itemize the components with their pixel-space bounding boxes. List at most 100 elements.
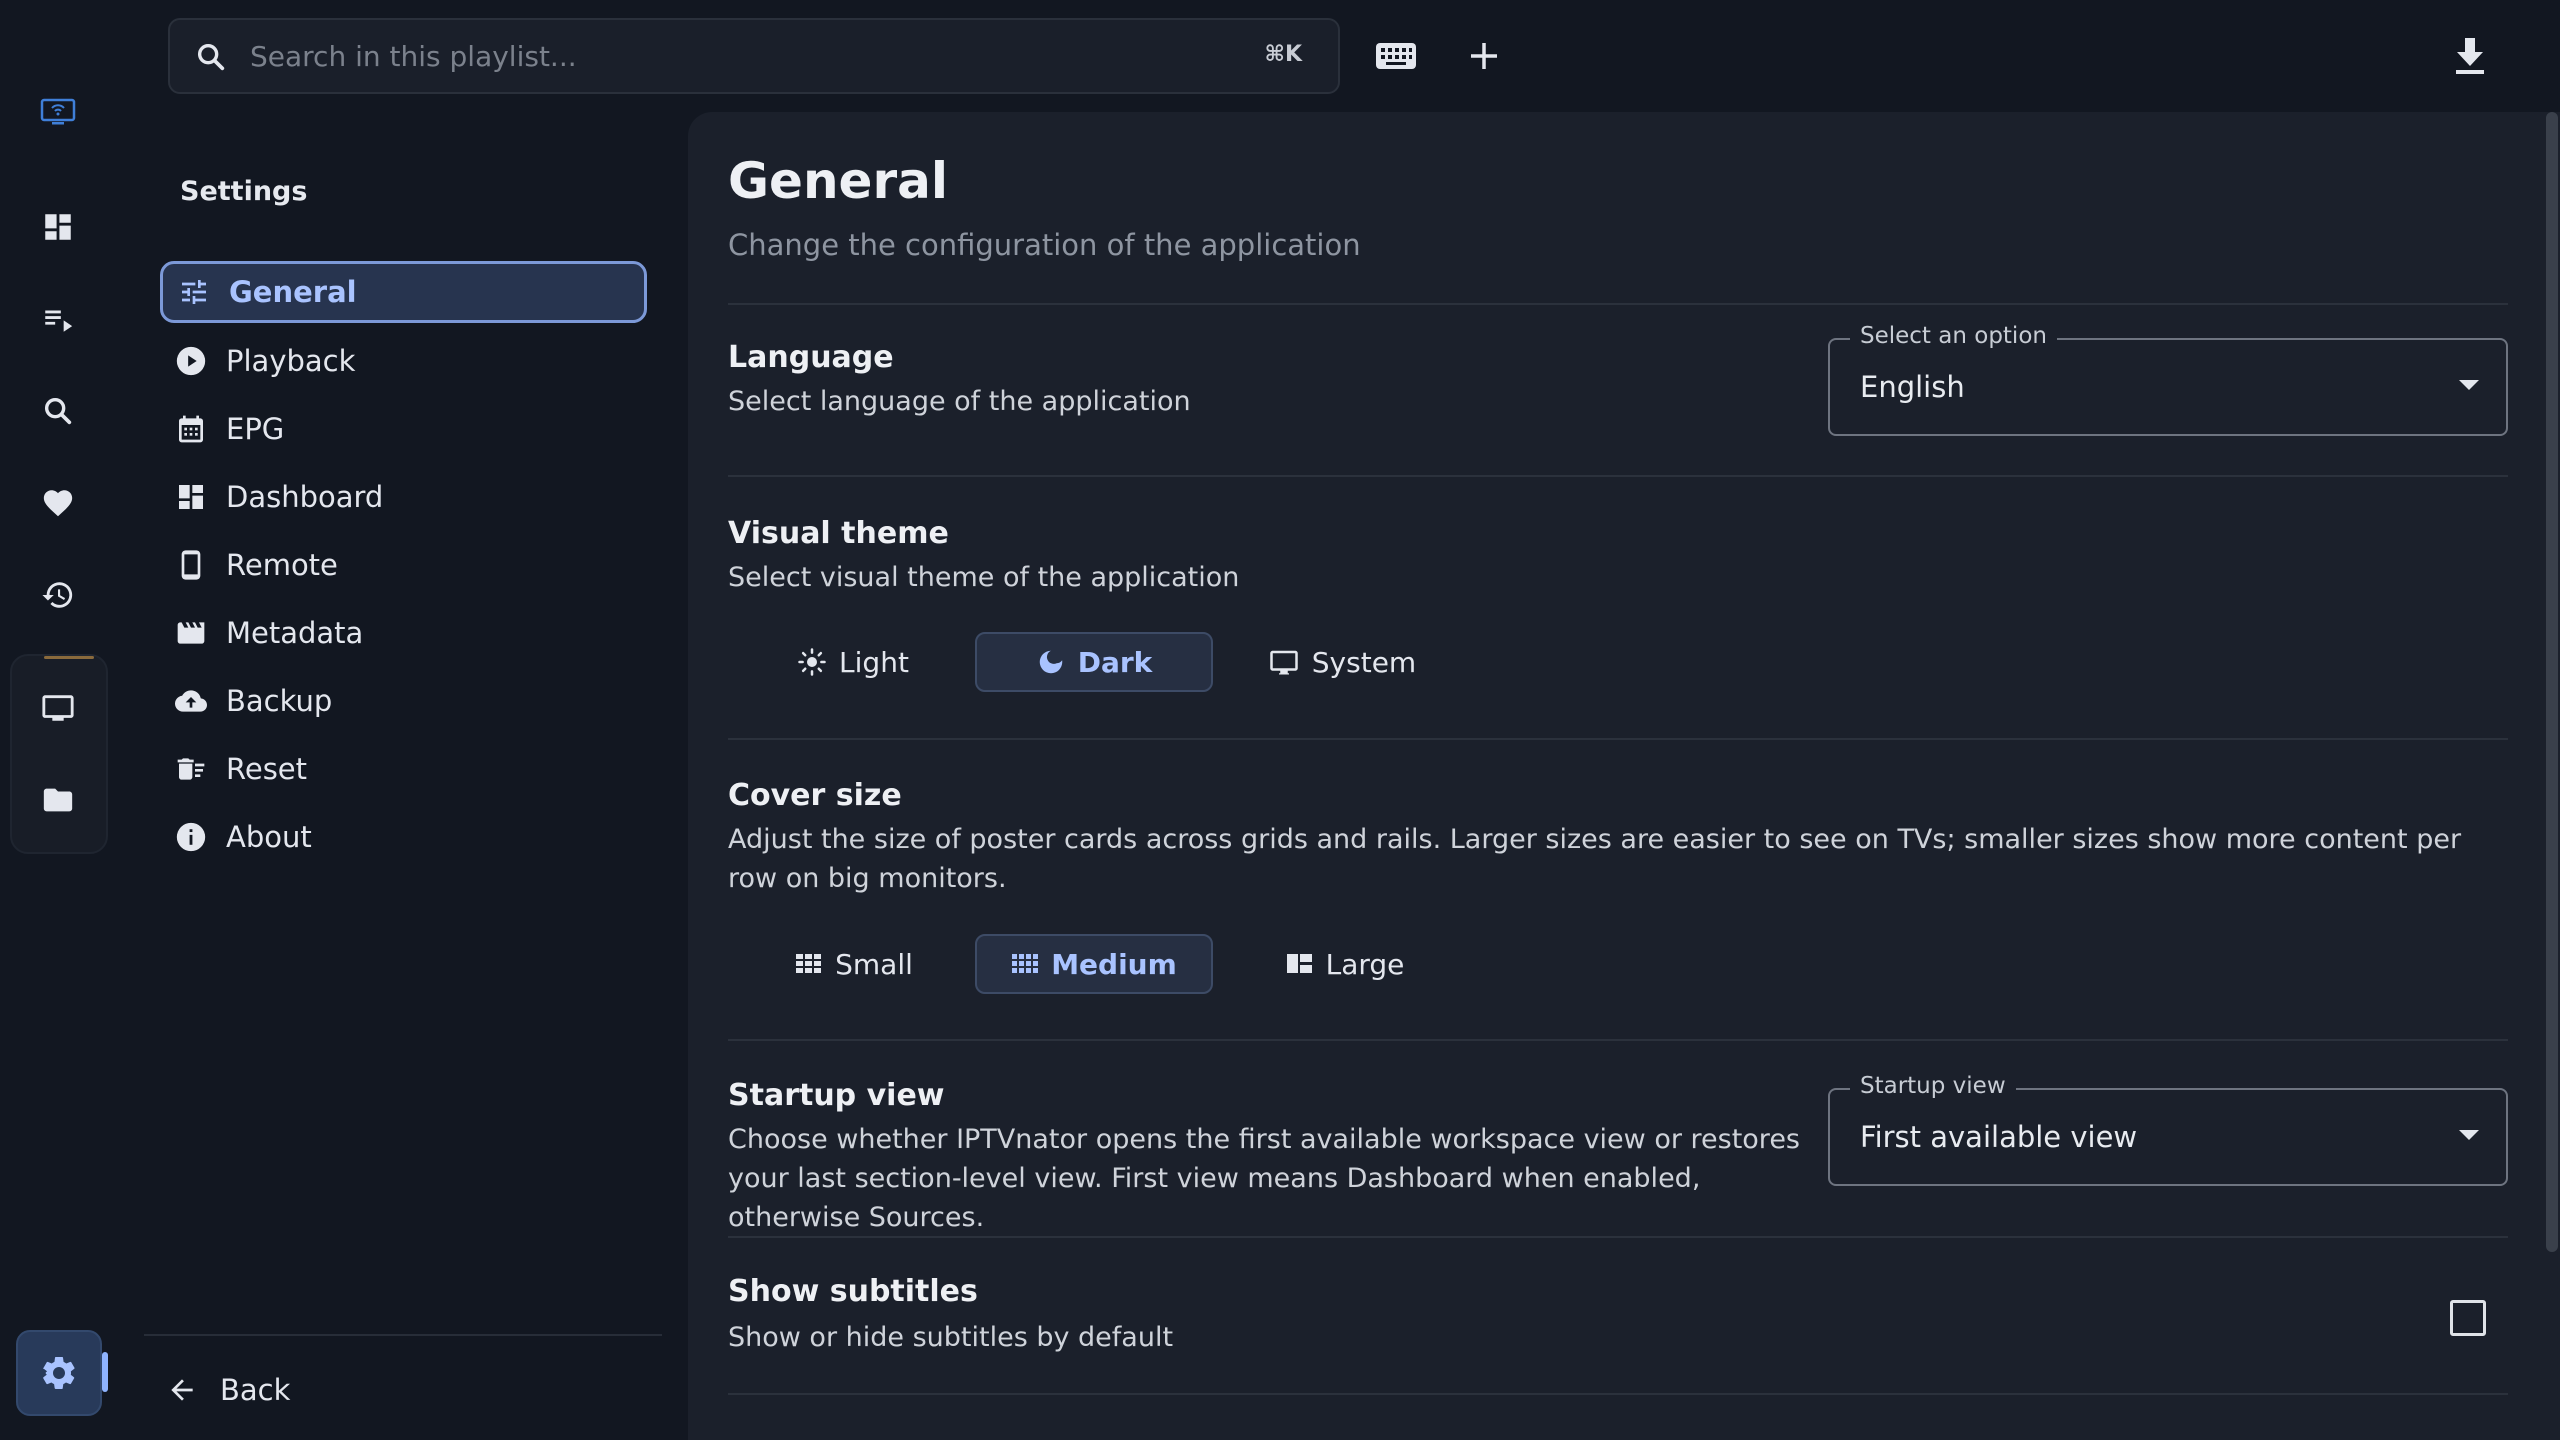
grid-small-icon — [795, 952, 823, 976]
visual-theme-title: Visual theme — [728, 516, 949, 551]
theme-light-label: Light — [839, 645, 909, 679]
back-label: Back — [220, 1373, 291, 1407]
sun-icon — [797, 647, 827, 677]
startup-view-select-value: First available view — [1860, 1120, 2138, 1154]
settings-nav-remote[interactable]: Remote — [160, 534, 647, 596]
page-subtitle: Change the configuration of the applicat… — [728, 228, 1361, 262]
dashboard-icon — [170, 476, 212, 518]
language-select[interactable]: Select an option English — [1828, 323, 2508, 436]
rail-playlists-button[interactable] — [26, 287, 90, 351]
rail-tv-button[interactable] — [26, 676, 90, 740]
rail-search-button[interactable] — [26, 379, 90, 443]
delete-sweep-icon — [170, 748, 212, 790]
language-select-value: English — [1860, 370, 1965, 404]
tv-logo-icon — [40, 97, 76, 127]
plus-icon — [1467, 39, 1501, 73]
tune-icon — [173, 271, 215, 313]
nav-label: About — [226, 820, 312, 854]
nav-label: EPG — [226, 412, 285, 446]
add-playlist-button[interactable] — [1456, 28, 1512, 84]
calendar-icon — [170, 408, 212, 450]
startup-view-title: Startup view — [728, 1078, 945, 1113]
info-icon — [170, 816, 212, 858]
startup-view-description: Choose whether IPTVnator opens the first… — [728, 1124, 1800, 1233]
dropdown-arrow-icon — [2458, 378, 2480, 392]
rail-group-indicator — [44, 656, 94, 659]
show-subtitles-title: Show subtitles — [728, 1274, 978, 1309]
nav-label: General — [229, 275, 357, 309]
visual-theme-description: Select visual theme of the application — [728, 562, 1240, 593]
theme-dark-button[interactable]: Dark — [975, 632, 1213, 692]
dashboard-icon — [41, 210, 75, 244]
settings-nav-reset[interactable]: Reset — [160, 738, 647, 800]
search-shortcut-hint: ⌘K — [1264, 42, 1302, 67]
rail-history-button[interactable] — [26, 563, 90, 627]
show-subtitles-checkbox[interactable] — [2450, 1300, 2486, 1336]
settings-nav-general[interactable]: General — [160, 261, 647, 323]
nav-label: Reset — [226, 752, 308, 786]
search-bar[interactable]: ⌘K — [168, 18, 1340, 94]
monitor-icon — [39, 691, 77, 725]
settings-content-panel — [688, 112, 2560, 1440]
keyboard-shortcuts-button[interactable] — [1368, 28, 1424, 84]
cover-large-label: Large — [1325, 947, 1405, 981]
grid-medium-icon — [1011, 952, 1039, 976]
nav-divider — [144, 1334, 662, 1336]
settings-nav-about[interactable]: About — [160, 806, 647, 868]
gear-icon — [39, 1353, 79, 1393]
rail-files-button[interactable] — [26, 768, 90, 832]
cover-medium-label: Medium — [1051, 947, 1177, 981]
search-icon — [41, 394, 75, 428]
download-button[interactable] — [2442, 28, 2498, 84]
back-button[interactable]: Back — [166, 1360, 290, 1420]
settings-nav-playback[interactable]: Playback — [160, 330, 647, 392]
settings-nav-dashboard[interactable]: Dashboard — [160, 466, 647, 528]
rail-settings-button[interactable] — [16, 1330, 102, 1416]
section-divider — [728, 475, 2508, 477]
cover-size-title: Cover size — [728, 778, 902, 813]
nav-label: Metadata — [226, 616, 364, 650]
settings-nav-backup[interactable]: Backup — [160, 670, 647, 732]
movie-icon — [170, 612, 212, 654]
language-select-label: Select an option — [1850, 323, 2057, 349]
cover-large-button[interactable]: Large — [1262, 934, 1428, 994]
section-divider — [728, 303, 2508, 305]
scrollbar[interactable] — [2546, 112, 2558, 1252]
section-divider — [728, 1236, 2508, 1238]
settings-nav-metadata[interactable]: Metadata — [160, 602, 647, 664]
settings-heading: Settings — [180, 176, 308, 207]
cloud-upload-icon — [170, 680, 212, 722]
app-logo[interactable] — [26, 80, 90, 144]
theme-dark-label: Dark — [1077, 645, 1153, 679]
theme-system-button[interactable]: System — [1252, 632, 1432, 692]
rail-favorites-button[interactable] — [26, 471, 90, 535]
language-description: Select language of the application — [728, 386, 1191, 417]
heart-icon — [41, 486, 75, 520]
cover-small-label: Small — [835, 947, 913, 981]
cover-small-button[interactable]: Small — [774, 934, 934, 994]
show-subtitles-description: Show or hide subtitles by default — [728, 1322, 1174, 1353]
theme-system-label: System — [1311, 645, 1417, 679]
nav-label: Remote — [226, 548, 338, 582]
rail-active-indicator — [102, 1352, 108, 1392]
arrow-back-icon — [166, 1374, 198, 1406]
nav-label: Backup — [226, 684, 333, 718]
dropdown-arrow-icon — [2458, 1128, 2480, 1142]
settings-nav-epg[interactable]: EPG — [160, 398, 647, 460]
search-input[interactable] — [250, 30, 1190, 82]
play-circle-icon — [170, 340, 212, 382]
folder-icon — [40, 783, 76, 817]
cover-size-description: Adjust the size of poster cards across g… — [728, 824, 2462, 894]
section-divider — [728, 1393, 2508, 1395]
theme-light-button[interactable]: Light — [774, 632, 932, 692]
cover-medium-button[interactable]: Medium — [975, 934, 1213, 994]
startup-view-select[interactable]: Startup view First available view — [1828, 1073, 2508, 1186]
startup-view-select-label: Startup view — [1850, 1073, 2016, 1099]
playlist-icon — [41, 302, 75, 336]
section-divider — [728, 738, 2508, 740]
page-title: General — [728, 152, 948, 210]
phone-icon — [170, 544, 212, 586]
language-title: Language — [728, 340, 894, 375]
rail-dashboard-button[interactable] — [26, 195, 90, 259]
section-divider — [728, 1039, 2508, 1041]
